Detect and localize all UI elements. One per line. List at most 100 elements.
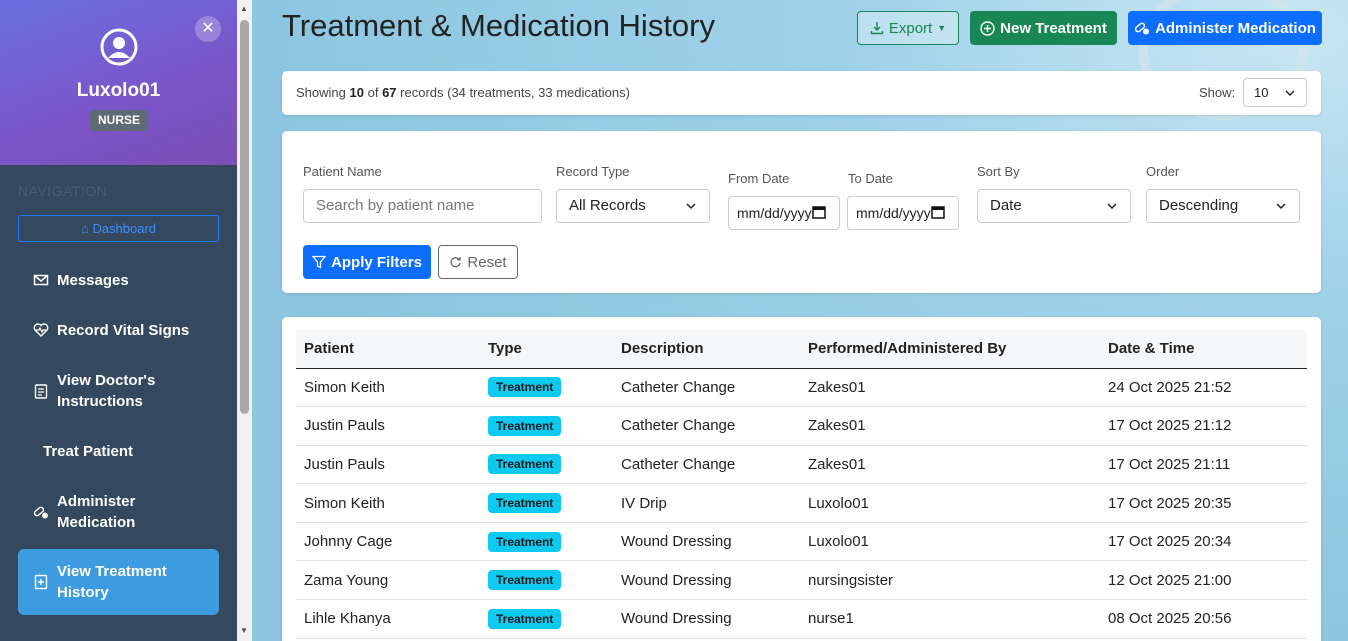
- cell-description: Wound Dressing: [613, 522, 800, 562]
- cell-patient: Simon Keith: [296, 483, 480, 523]
- type-badge: Treatment: [488, 570, 562, 591]
- cell-patient: Simon Keith: [296, 368, 480, 408]
- sidebar-scrollbar[interactable]: ▲ ▼: [237, 0, 252, 641]
- reset-button[interactable]: Reset: [438, 245, 518, 279]
- cell-description: Catheter Change: [613, 406, 800, 446]
- cell-performed-by: Zakes01: [800, 406, 1100, 446]
- chevron-down-icon: [1107, 203, 1117, 210]
- show-label: Show:: [1199, 85, 1236, 100]
- administer-medication-label: Administer Medication: [1155, 19, 1316, 37]
- cell-patient: Justin Pauls: [296, 406, 480, 446]
- cell-date-time: 17 Oct 2025 21:12: [1100, 406, 1307, 446]
- sidebar-item-view-treatment-history[interactable]: View Treatment History: [18, 549, 219, 615]
- table-row[interactable]: Justin Pauls Treatment Catheter Change Zake…: [296, 445, 1307, 485]
- cell-type: Treatment: [480, 406, 613, 446]
- page-size-value: 10: [1254, 85, 1269, 100]
- sidebar-item-label: Record Vital Signs: [57, 321, 190, 339]
- summary-total-count: 67: [382, 85, 397, 100]
- administer-medication-button[interactable]: Administer Medication: [1128, 11, 1322, 45]
- summary-of: of: [367, 85, 379, 100]
- column-header-performed-by[interactable]: Performed/Administered By: [800, 330, 1100, 369]
- sidebar-item-treat-patient[interactable]: Treat Patient: [18, 437, 219, 465]
- calendar-icon[interactable]: [812, 205, 826, 219]
- order-select[interactable]: Descending: [1146, 189, 1300, 223]
- column-header-date-time[interactable]: Date & Time: [1100, 330, 1307, 369]
- nav-heading: NAVIGATION: [18, 183, 108, 199]
- sidebar: ✕ Luxolo01 NURSE NAVIGATION ⌂ Dashboard …: [0, 0, 237, 641]
- sidebar-item-label: View Treatment History: [57, 563, 167, 601]
- sort-by-select[interactable]: Date: [977, 189, 1131, 223]
- scroll-up-icon[interactable]: ▲: [240, 4, 248, 13]
- table-row[interactable]: Zama Young Treatment Wound Dressing nursing…: [296, 560, 1307, 601]
- cell-performed-by: Luxolo01: [800, 483, 1100, 523]
- cell-date-time: 12 Oct 2025 21:00: [1100, 560, 1307, 601]
- close-sidebar-button[interactable]: ✕: [195, 16, 221, 42]
- scroll-thumb[interactable]: [240, 20, 249, 414]
- sidebar-item-label: Treat Patient: [43, 442, 134, 460]
- type-badge: Treatment: [488, 493, 562, 514]
- new-treatment-button[interactable]: New Treatment: [970, 11, 1117, 45]
- table-row[interactable]: Justin Pauls Treatment Catheter Change Zake…: [296, 406, 1307, 446]
- cell-type: Treatment: [480, 368, 613, 408]
- to-date-label: To Date: [848, 171, 893, 186]
- cell-description: Catheter Change: [613, 368, 800, 408]
- table-row[interactable]: Simon Keith Treatment Catheter Change Zakes…: [296, 368, 1307, 408]
- sidebar-item-doctors-instructions[interactable]: View Doctor's Instructions: [18, 369, 219, 413]
- capsule-icon: [1134, 22, 1150, 35]
- chevron-down-icon: [686, 203, 696, 210]
- cell-description: Catheter Change: [613, 445, 800, 485]
- column-header-patient[interactable]: Patient: [296, 330, 480, 369]
- record-type-select[interactable]: All Records: [556, 189, 710, 223]
- records-summary-text: Showing 10 of 67 records (34 treatments,…: [296, 85, 630, 100]
- cell-date-time: 17 Oct 2025 20:35: [1100, 483, 1307, 523]
- envelope-icon: [33, 274, 49, 286]
- cell-patient: Justin Pauls: [296, 445, 480, 485]
- summary-prefix: Showing: [296, 85, 346, 100]
- type-badge: Treatment: [488, 415, 562, 436]
- apply-filters-button[interactable]: Apply Filters: [303, 245, 431, 279]
- cell-type: Treatment: [480, 599, 613, 639]
- order-value: Descending: [1159, 197, 1239, 214]
- sidebar-item-messages[interactable]: Messages: [18, 266, 219, 294]
- page-title: Treatment & Medication History: [282, 8, 716, 43]
- page-size-select[interactable]: 10: [1243, 78, 1307, 107]
- patient-name-label: Patient Name: [303, 164, 382, 179]
- record-type-label: Record Type: [556, 164, 630, 179]
- cell-type: Treatment: [480, 483, 613, 523]
- column-header-description[interactable]: Description: [613, 330, 800, 369]
- record-type-value: All Records: [569, 197, 646, 214]
- patient-search-input[interactable]: Search by patient name: [303, 189, 542, 223]
- cell-description: Wound Dressing: [613, 560, 800, 601]
- cell-date-time: 17 Oct 2025 20:34: [1100, 522, 1307, 562]
- filter-icon: [312, 255, 327, 269]
- cell-type: Treatment: [480, 445, 613, 485]
- scroll-down-icon[interactable]: ▼: [240, 626, 248, 635]
- cell-performed-by: nurse1: [800, 599, 1100, 639]
- main-content: Treatment & Medication History Export ▼ …: [252, 0, 1348, 641]
- home-icon: ⌂: [80, 221, 89, 236]
- table-row[interactable]: Lihle Khanya Treatment Wound Dressing nurse…: [296, 599, 1307, 639]
- refresh-icon: [450, 256, 462, 267]
- username: Luxolo01: [76, 80, 161, 101]
- profile-panel: ✕ Luxolo01 NURSE: [0, 0, 237, 165]
- cell-type: Treatment: [480, 560, 613, 601]
- download-icon: [870, 22, 884, 35]
- sidebar-item-label: View Doctor's Instructions: [57, 372, 156, 410]
- table-row[interactable]: Simon Keith Treatment IV Drip Luxolo01 17 Oc…: [296, 483, 1307, 523]
- filters-panel: Patient Name Search by patient name Reco…: [282, 131, 1321, 293]
- user-avatar-icon: [100, 28, 138, 66]
- column-header-type[interactable]: Type: [480, 330, 613, 369]
- cell-performed-by: Luxolo01: [800, 522, 1100, 562]
- from-date-value: mm/dd/yyyy: [737, 205, 812, 221]
- type-badge: Treatment: [488, 608, 562, 629]
- sidebar-item-record-vital-signs[interactable]: Record Vital Signs: [18, 316, 219, 344]
- dashboard-button[interactable]: ⌂ Dashboard: [18, 215, 219, 242]
- history-table: Patient Type Description Performed/Admin…: [296, 330, 1307, 639]
- export-button[interactable]: Export ▼: [857, 11, 959, 45]
- sidebar-item-administer-medication[interactable]: Administer Medication: [18, 490, 219, 534]
- chevron-down-icon: [1285, 90, 1295, 97]
- table-row[interactable]: Johnny Cage Treatment Wound Dressing Luxolo…: [296, 522, 1307, 562]
- role-badge: NURSE: [90, 110, 148, 131]
- clipboard-icon: [34, 384, 48, 399]
- calendar-icon[interactable]: [931, 205, 945, 219]
